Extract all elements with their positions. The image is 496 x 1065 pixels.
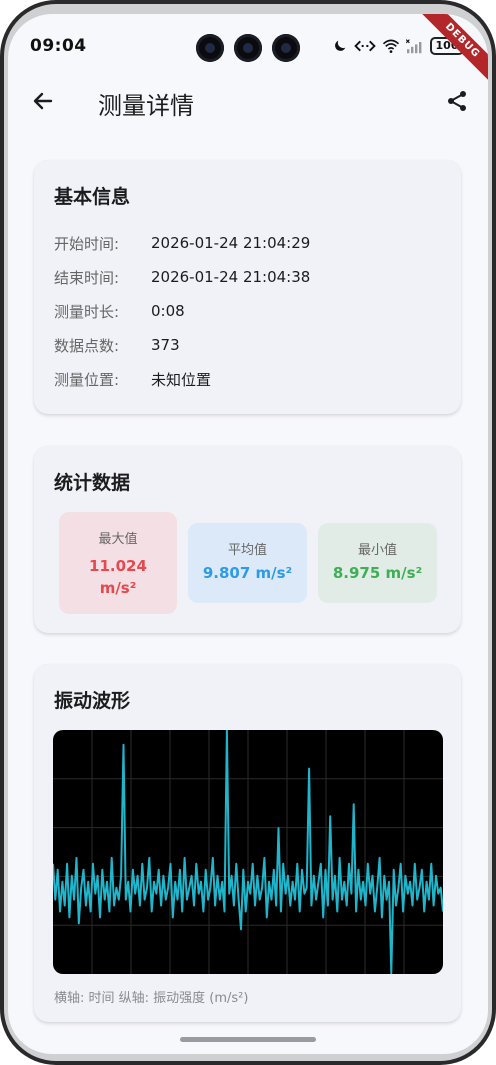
arrow-left-icon (31, 89, 55, 117)
info-label: 数据点数: (54, 336, 120, 355)
waveform-chart (53, 730, 443, 974)
stat-max-value: 11.024 m/s² (89, 557, 147, 597)
stat-avg-value: 9.807 m/s² (202, 564, 293, 582)
moon-icon (332, 38, 348, 54)
camera-lens-center (234, 34, 262, 62)
info-row-data-points: 数据点数: 373 (54, 334, 180, 356)
back-button[interactable] (28, 88, 58, 118)
info-label: 测量位置: (54, 370, 120, 389)
signal-icon (406, 38, 424, 54)
app-bar: 测量详情 (8, 78, 488, 126)
info-label: 结束时间: (54, 268, 120, 287)
info-value: 2026-01-24 21:04:29 (151, 234, 311, 252)
statistics-card: 统计数据 最大值 11.024 m/s² 平均值 9.807 m/s² 最小值 … (34, 446, 461, 633)
share-button[interactable] (442, 88, 472, 118)
camera-lens-left (196, 34, 224, 62)
info-value: 373 (151, 336, 180, 354)
info-value: 未知位置 (151, 370, 212, 389)
stat-max-box: 最大值 11.024 m/s² (59, 512, 177, 614)
data-arrows-icon (354, 38, 376, 54)
status-time: 09:04 (30, 36, 87, 56)
stat-min-box: 最小值 8.975 m/s² (318, 523, 437, 603)
stat-min-value: 8.975 m/s² (332, 564, 423, 582)
waveform-svg (53, 730, 443, 974)
basic-info-title: 基本信息 (54, 186, 131, 208)
phone-frame: 09:04 100 DEBUG 测量详情 基本信息 开始时间: 2026-01-… (0, 0, 496, 1065)
camera-lens-right (272, 34, 300, 62)
stat-avg-box: 平均值 9.807 m/s² (188, 523, 307, 603)
screen: 09:04 100 DEBUG 测量详情 基本信息 开始时间: 2026-01-… (8, 14, 488, 1054)
waveform-title: 振动波形 (54, 690, 131, 712)
info-row-end-time: 结束时间: 2026-01-24 21:04:38 (54, 266, 310, 288)
statistics-title: 统计数据 (54, 472, 131, 494)
info-row-start-time: 开始时间: 2026-01-24 21:04:29 (54, 232, 310, 254)
waveform-card: 振动波形 横轴: 时间 纵轴: 振动强度 (m/s²) (34, 664, 461, 1022)
basic-info-card: 基本信息 开始时间: 2026-01-24 21:04:29 结束时间: 202… (34, 160, 461, 414)
stat-avg-label: 平均值 (227, 543, 267, 558)
wifi-icon (382, 38, 400, 54)
page-title: 测量详情 (98, 92, 194, 120)
info-value: 0:08 (151, 302, 185, 320)
info-value: 2026-01-24 21:04:38 (151, 268, 311, 286)
waveform-caption: 横轴: 时间 纵轴: 振动强度 (m/s²) (54, 991, 249, 1006)
stat-min-label: 最小值 (357, 543, 397, 558)
info-label: 开始时间: (54, 234, 120, 253)
status-bar: 09:04 100 DEBUG (8, 14, 488, 90)
info-label: 测量时长: (54, 302, 120, 321)
share-icon (445, 89, 469, 117)
info-row-location: 测量位置: 未知位置 (54, 368, 211, 390)
home-indicator[interactable] (180, 1037, 316, 1042)
stat-max-label: 最大值 (98, 532, 138, 547)
info-row-duration: 测量时长: 0:08 (54, 300, 185, 322)
status-icons: 100 (332, 36, 464, 56)
